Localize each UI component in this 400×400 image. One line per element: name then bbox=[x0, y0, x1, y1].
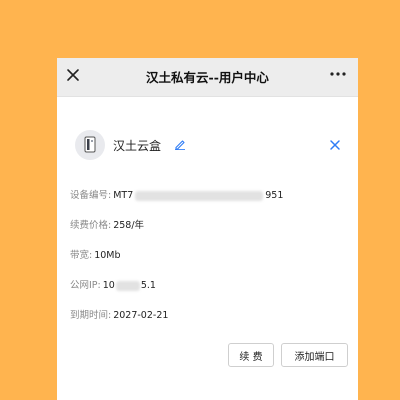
bandwidth-row: 带宽: 10Mb bbox=[70, 247, 121, 261]
renewal-price-label: 续费价格: bbox=[70, 220, 112, 231]
serial-value-start: MT7 bbox=[113, 190, 134, 201]
more-icon[interactable] bbox=[328, 66, 348, 82]
user-center-panel: 汉土私有云--用户中心 汉土云盒 设备编号: MT7 951 续费价格: 258/年 bbox=[57, 58, 358, 400]
bandwidth-label: 带宽: bbox=[70, 250, 93, 261]
device-name: 汉土云盒 bbox=[113, 139, 162, 153]
add-port-button[interactable]: 添加端口 bbox=[281, 343, 348, 367]
serial-label: 设备编号: bbox=[70, 190, 112, 201]
renew-button[interactable]: 续 费 bbox=[228, 343, 274, 367]
bandwidth-value: 10Mb bbox=[94, 250, 121, 261]
title-bar: 汉土私有云--用户中心 bbox=[57, 58, 358, 97]
renewal-price-row: 续费价格: 258/年 bbox=[70, 217, 144, 231]
public-ip-redaction bbox=[115, 280, 140, 291]
public-ip-value-start: 10 bbox=[102, 280, 115, 291]
page-title: 汉土私有云--用户中心 bbox=[146, 70, 269, 85]
serial-redaction bbox=[135, 190, 264, 201]
public-ip-label: 公网IP: bbox=[70, 280, 101, 291]
expire-label: 到期时间: bbox=[70, 310, 112, 321]
edit-icon[interactable] bbox=[174, 138, 186, 150]
expire-row: 到期时间: 2027-02-21 bbox=[70, 307, 168, 321]
public-ip-row: 公网IP: 10 5.1 bbox=[70, 277, 156, 291]
serial-row: 设备编号: MT7 951 bbox=[70, 187, 283, 201]
device-icon bbox=[75, 130, 105, 160]
public-ip-value-end: 5.1 bbox=[140, 280, 156, 291]
renewal-price-value: 258/年 bbox=[113, 220, 145, 231]
close-icon[interactable] bbox=[65, 67, 81, 83]
serial-value-end: 951 bbox=[265, 190, 284, 201]
expire-value: 2027-02-21 bbox=[113, 310, 169, 321]
remove-device-icon[interactable] bbox=[329, 139, 341, 151]
device-header: 汉土云盒 bbox=[75, 130, 345, 164]
